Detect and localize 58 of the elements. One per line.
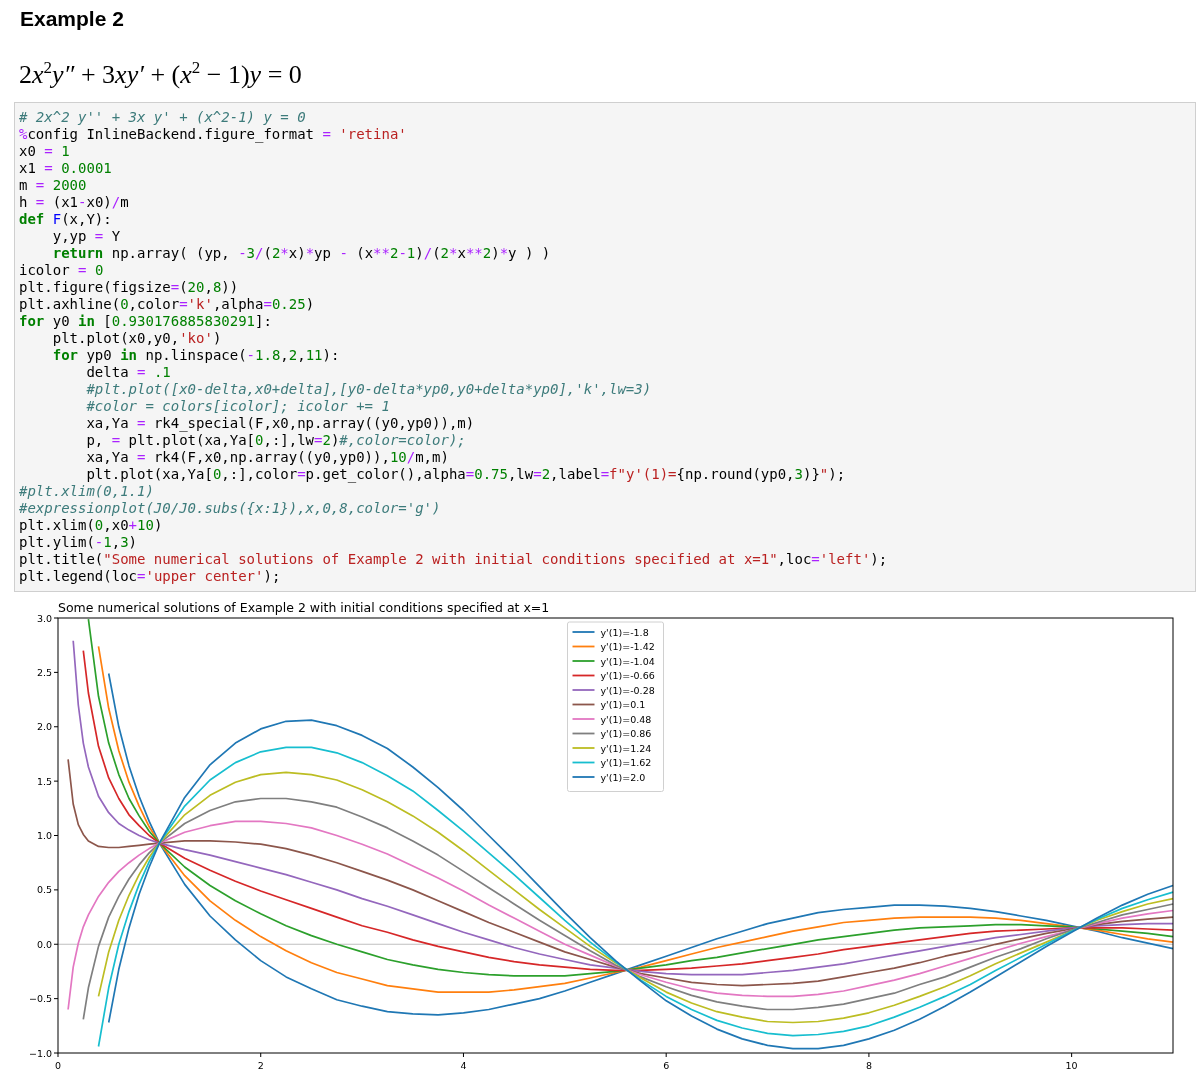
tick-label: 0.5 bbox=[36, 884, 52, 896]
tick-label: 2 bbox=[257, 1060, 264, 1071]
section-heading: Example 2 bbox=[20, 6, 125, 32]
equation: 2x$^{2}$y″ + 3xy′ + (x$^{2}$ − 1)y = 0 bbox=[19, 58, 302, 91]
code-line: %config InlineBackend.figure_format = 'retina' bbox=[19, 126, 407, 143]
code-line: x0 = 1 bbox=[19, 143, 70, 160]
code-line: plt.legend(loc='upper center'); bbox=[19, 568, 281, 585]
code-line: #plt.plot([x0-delta,x0+delta],[y0-delta*yp0,y0+delta*yp0],'k',lw=3) bbox=[85, 381, 652, 398]
code-line: plt.plot(x0,y0,'ko') bbox=[51, 330, 222, 347]
legend-label: y'(1)=1.62 bbox=[600, 757, 652, 768]
code-line: return np.array( (yp, -3/(2*x)*yp - (x**2-1)/(2*x**2)*y ) ) bbox=[51, 245, 551, 262]
code-line: plt.axhline(0,color='k',alpha=0.25) bbox=[19, 296, 315, 313]
code-line: def F(x,Y): bbox=[19, 211, 112, 228]
tick-label: 3.0 bbox=[36, 612, 52, 624]
code-line: #expressionplot(J0/J0.subs({x:1}),x,0,8,color='g') bbox=[19, 500, 441, 517]
code-line: icolor = 0 bbox=[19, 262, 104, 279]
chart-title: Some numerical solutions of Example 2 with initial conditions specified at x=1 bbox=[58, 600, 550, 615]
code-line: plt.title("Some numerical solutions of Example 2 with initial conditions specified at x=1",loc='left'); bbox=[19, 551, 888, 568]
legend-label: y'(1)=0.86 bbox=[600, 728, 652, 739]
code-line: plt.figure(figsize=(20,8)) bbox=[19, 279, 239, 296]
legend-label: y'(1)=2.0 bbox=[600, 771, 646, 783]
code-line: p, = plt.plot(xa,Ya[0,:],lw=2)#,color=color); bbox=[85, 432, 466, 449]
legend-label: y'(1)=-0.28 bbox=[600, 684, 655, 696]
code-line: y,yp = Y bbox=[51, 228, 121, 245]
code-line: xa,Ya = rk4_special(F,x0,np.array((y0,yp0)),m) bbox=[85, 415, 475, 432]
legend-label: y'(1)=-1.42 bbox=[600, 641, 655, 652]
legend-label: y'(1)=-1.04 bbox=[600, 655, 655, 667]
tick-label: 4 bbox=[460, 1060, 467, 1071]
tick-label: 2.0 bbox=[36, 721, 52, 733]
code-line: # 2x^2 y'' + 3x y' + (x^2-1) y = 0 bbox=[19, 109, 306, 126]
code-line: m = 2000 bbox=[19, 177, 87, 194]
tick-label: −0.5 bbox=[28, 993, 52, 1005]
legend-label: y'(1)=-1.8 bbox=[600, 626, 649, 638]
code-line: plt.plot(xa,Ya[0,:],color=p.get_color(),alpha=0.75,lw=2,label=f"y'(1)={np.round(yp0,3)}"); bbox=[85, 466, 846, 483]
code-line: for y0 in [0.930176885830291]: bbox=[19, 313, 272, 330]
code-line: h = (x1-x0)/m bbox=[19, 194, 129, 211]
tick-label: 6 bbox=[663, 1060, 670, 1071]
code-line: plt.xlim(0,x0+10) bbox=[19, 517, 163, 534]
tick-label: 0 bbox=[55, 1060, 61, 1071]
code-line: for yp0 in np.linspace(-1.8,2,11): bbox=[51, 347, 340, 364]
tick-label: 1.5 bbox=[36, 775, 52, 787]
legend-label: y'(1)=1.24 bbox=[600, 742, 652, 754]
code-line: plt.ylim(-1,3) bbox=[19, 534, 138, 551]
tick-label: 1.0 bbox=[36, 830, 52, 841]
legend-label: y'(1)=0.1 bbox=[600, 699, 646, 710]
legend-label: y'(1)=0.48 bbox=[600, 713, 652, 725]
code-line: x1 = 0.0001 bbox=[19, 160, 112, 177]
legend-label: y'(1)=-0.66 bbox=[600, 670, 655, 681]
tick-label: −1.0 bbox=[28, 1047, 52, 1059]
code-cell[interactable] bbox=[14, 102, 1196, 592]
code-line: #plt.xlim(0,1.1) bbox=[19, 483, 154, 500]
tick-label: 2.5 bbox=[36, 666, 52, 678]
code-line: #color = colors[icolor]; icolor += 1 bbox=[85, 398, 390, 415]
tick-label: 8 bbox=[865, 1060, 872, 1071]
code-line: xa,Ya = rk4(F,x0,np.array((y0,yp0)),10/m,m) bbox=[85, 449, 449, 466]
code-line: delta = .1 bbox=[85, 364, 171, 381]
tick-label: 0.0 bbox=[36, 938, 52, 950]
tick-label: 10 bbox=[1065, 1060, 1078, 1071]
